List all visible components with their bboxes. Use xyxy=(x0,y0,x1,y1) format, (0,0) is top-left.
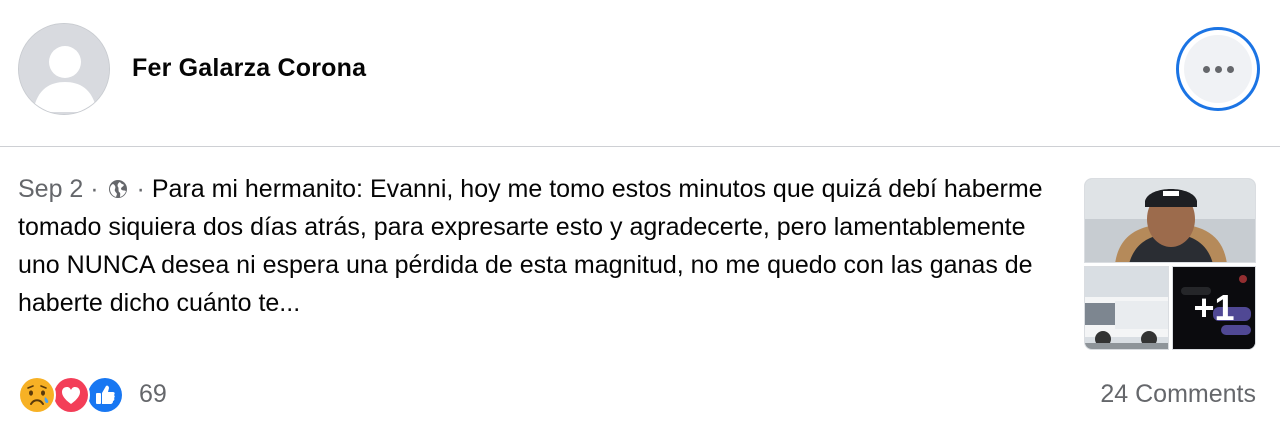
ellipsis-icon xyxy=(1184,35,1252,103)
reactions-summary[interactable] xyxy=(18,376,138,416)
like-reaction-icon xyxy=(86,376,124,414)
photo-grid[interactable]: +1 xyxy=(1084,178,1256,350)
more-photos-count: +1 xyxy=(1173,267,1255,349)
divider xyxy=(0,146,1280,147)
sad-reaction-icon xyxy=(18,376,56,414)
photo-thumbnail[interactable]: +1 xyxy=(1172,266,1256,350)
reaction-count[interactable]: 69 xyxy=(139,380,167,409)
comments-count[interactable]: 24 Comments xyxy=(1100,380,1256,409)
photo-thumbnail[interactable] xyxy=(1084,266,1169,350)
post-body: Sep 2 · · Para mi hermanito: Evanni, hoy… xyxy=(18,170,1058,322)
separator: · xyxy=(90,175,99,203)
post-date[interactable]: Sep 2 xyxy=(18,175,83,203)
separator: · xyxy=(136,175,145,203)
default-profile-icon xyxy=(19,24,109,114)
post-footer: 69 24 Comments xyxy=(0,370,1280,420)
author-name[interactable]: Fer Galarza Corona xyxy=(132,54,366,83)
globe-icon xyxy=(108,172,128,198)
love-reaction-icon xyxy=(52,376,90,414)
photo-thumbnail[interactable] xyxy=(1084,178,1256,263)
post-header: Fer Galarza Corona xyxy=(0,0,1280,140)
avatar[interactable] xyxy=(18,23,110,115)
post-text[interactable]: Para mi hermanito: Evanni, hoy me tomo e… xyxy=(18,175,1043,317)
more-options-button[interactable] xyxy=(1176,27,1260,111)
